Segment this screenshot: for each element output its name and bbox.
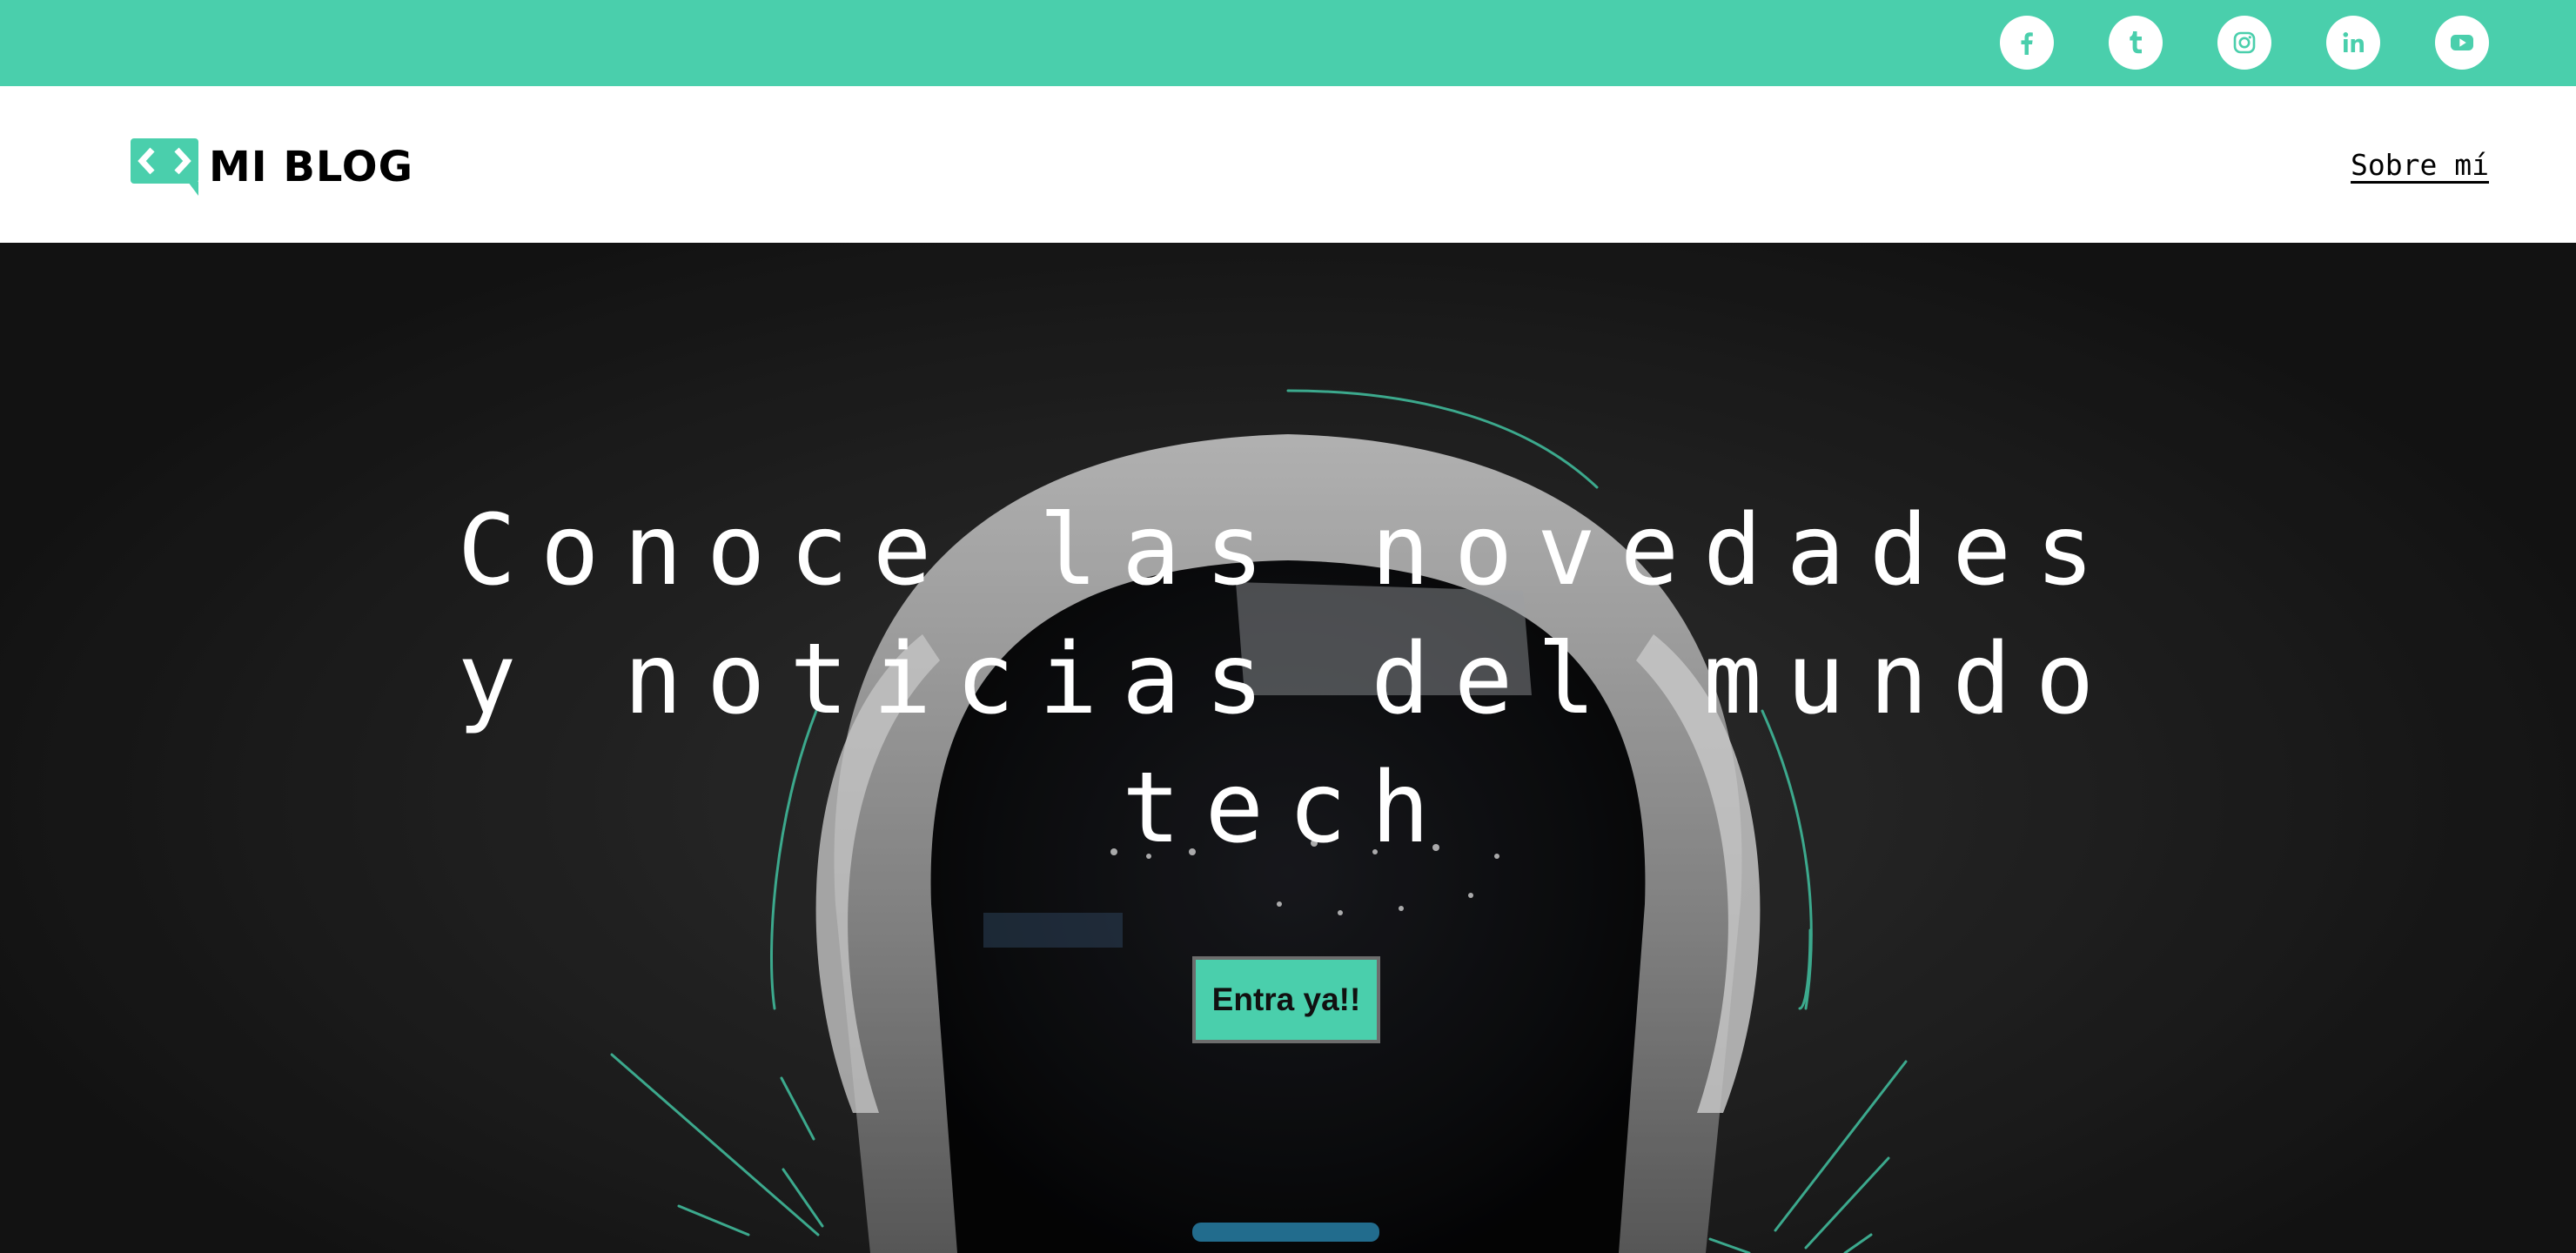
hero-section: Conoce las novedades y noticias del mund… <box>0 243 2576 1253</box>
hero-title: Conoce las novedades y noticias del mund… <box>457 494 2119 865</box>
facebook-icon[interactable] <box>2000 16 2054 70</box>
site-logo[interactable]: MI BLOG <box>131 138 413 196</box>
instagram-icon[interactable] <box>2217 16 2271 70</box>
nav-link-about[interactable]: Sobre mí <box>2351 148 2489 182</box>
site-header: MI BLOG Sobre mí <box>0 86 2576 243</box>
youtube-icon[interactable] <box>2435 16 2489 70</box>
code-bubble-icon <box>131 138 198 196</box>
social-bar <box>0 0 2576 86</box>
logo-text: MI BLOG <box>209 143 413 191</box>
tumblr-icon[interactable] <box>2109 16 2163 70</box>
cta-button[interactable]: Entra ya!! <box>1192 956 1380 1043</box>
linkedin-icon[interactable] <box>2326 16 2380 70</box>
